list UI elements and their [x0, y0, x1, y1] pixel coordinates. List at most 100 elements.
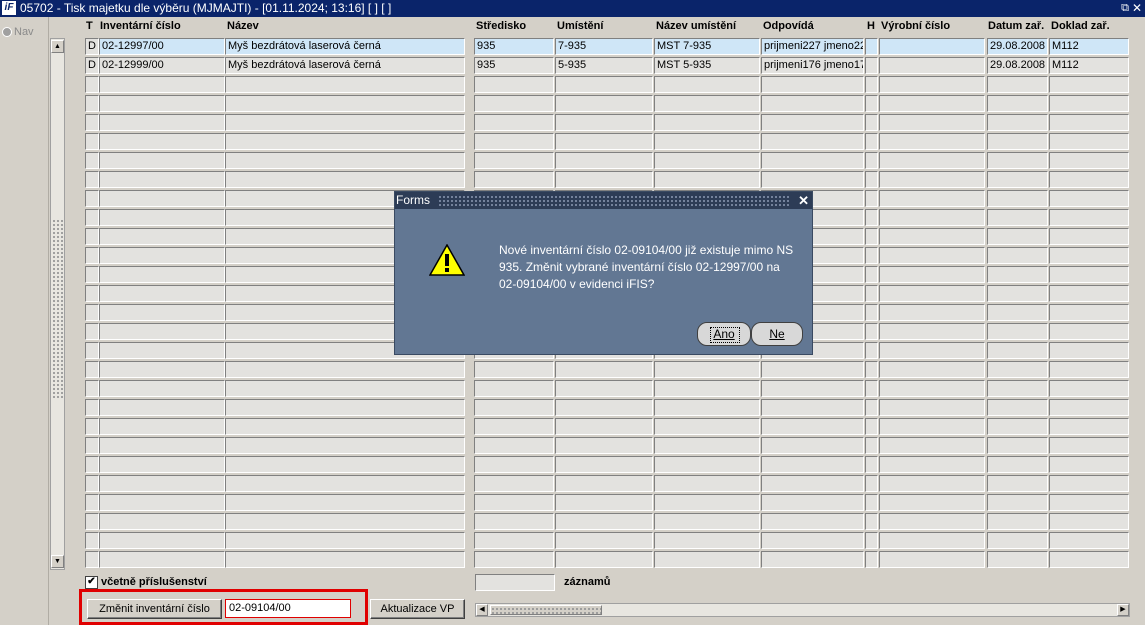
cell-date[interactable] — [987, 76, 1048, 93]
cell-name[interactable] — [225, 95, 465, 112]
cell-loc[interactable] — [555, 494, 653, 511]
cell-center[interactable] — [474, 399, 554, 416]
cell-loc[interactable] — [555, 95, 653, 112]
cell-name[interactable] — [225, 513, 465, 530]
cell-inv[interactable] — [99, 342, 225, 359]
cell-loc[interactable] — [555, 361, 653, 378]
cell-h[interactable] — [865, 247, 878, 264]
cell-inv[interactable] — [99, 76, 225, 93]
cell-serial[interactable] — [879, 152, 985, 169]
cell-center[interactable] — [474, 494, 554, 511]
cell-resp[interactable] — [761, 513, 864, 530]
cell-t[interactable] — [85, 152, 99, 169]
cell-inv[interactable] — [99, 171, 225, 188]
cell-inv[interactable] — [99, 114, 225, 131]
cell-inv[interactable] — [99, 437, 225, 454]
cell-h[interactable] — [865, 152, 878, 169]
cell-resp[interactable] — [761, 399, 864, 416]
cell-serial[interactable] — [879, 114, 985, 131]
cell-serial[interactable] — [879, 380, 985, 397]
horizontal-scrollbar[interactable]: ◀ ▶ — [475, 603, 1130, 617]
cell-center[interactable] — [474, 152, 554, 169]
cell-t[interactable] — [85, 437, 99, 454]
cell-inv[interactable] — [99, 361, 225, 378]
cell-h[interactable] — [865, 114, 878, 131]
cell-doc[interactable] — [1049, 418, 1129, 435]
cell-t[interactable] — [85, 532, 99, 549]
cell-date[interactable] — [987, 285, 1048, 302]
cell-loc[interactable] — [555, 399, 653, 416]
cell-locname[interactable] — [654, 152, 760, 169]
cell-serial[interactable] — [879, 513, 985, 530]
cell-doc[interactable] — [1049, 247, 1129, 264]
cell-doc[interactable] — [1049, 304, 1129, 321]
cell-date[interactable] — [987, 171, 1048, 188]
cell-doc[interactable] — [1049, 551, 1129, 568]
cell-name[interactable]: Myš bezdrátová laserová černá — [225, 57, 465, 74]
cell-h[interactable] — [865, 456, 878, 473]
cell-t[interactable] — [85, 342, 99, 359]
change-inventory-number-button[interactable]: Změnit inventární číslo — [87, 599, 222, 619]
cell-h[interactable] — [865, 190, 878, 207]
cell-date[interactable] — [987, 437, 1048, 454]
cell-locname[interactable] — [654, 133, 760, 150]
cell-doc[interactable] — [1049, 475, 1129, 492]
cell-date[interactable] — [987, 152, 1048, 169]
cell-locname[interactable] — [654, 114, 760, 131]
cell-serial[interactable] — [879, 532, 985, 549]
cell-name[interactable] — [225, 361, 465, 378]
cell-name[interactable] — [225, 114, 465, 131]
cell-t[interactable]: D — [85, 57, 99, 74]
cell-date[interactable]: 29.08.2008 — [987, 57, 1048, 74]
cell-loc[interactable] — [555, 114, 653, 131]
cell-serial[interactable] — [879, 323, 985, 340]
cell-resp[interactable] — [761, 437, 864, 454]
cell-h[interactable] — [865, 209, 878, 226]
cell-doc[interactable] — [1049, 209, 1129, 226]
cell-t[interactable] — [85, 494, 99, 511]
scroll-thumb[interactable] — [52, 219, 63, 399]
cell-loc[interactable]: 7-935 — [555, 38, 653, 55]
cell-locname[interactable] — [654, 399, 760, 416]
cell-locname[interactable] — [654, 532, 760, 549]
cell-loc[interactable] — [555, 171, 653, 188]
cell-doc[interactable] — [1049, 513, 1129, 530]
cell-h[interactable] — [865, 76, 878, 93]
cell-h[interactable] — [865, 513, 878, 530]
cell-date[interactable]: 29.08.2008 — [987, 38, 1048, 55]
cell-date[interactable] — [987, 323, 1048, 340]
cell-serial[interactable] — [879, 38, 985, 55]
cell-t[interactable] — [85, 361, 99, 378]
scroll-down-icon[interactable]: ▼ — [51, 555, 64, 568]
cell-doc[interactable] — [1049, 399, 1129, 416]
cell-name[interactable] — [225, 475, 465, 492]
cell-inv[interactable] — [99, 418, 225, 435]
cell-h[interactable] — [865, 228, 878, 245]
cell-serial[interactable] — [879, 57, 985, 74]
cell-h[interactable] — [865, 266, 878, 283]
cell-center[interactable] — [474, 380, 554, 397]
cell-doc[interactable] — [1049, 114, 1129, 131]
cell-h[interactable] — [865, 323, 878, 340]
cell-name[interactable] — [225, 494, 465, 511]
cell-resp[interactable] — [761, 418, 864, 435]
cell-inv[interactable] — [99, 304, 225, 321]
cell-t[interactable] — [85, 399, 99, 416]
cell-h[interactable] — [865, 342, 878, 359]
cell-doc[interactable] — [1049, 190, 1129, 207]
scroll-left-icon[interactable]: ◀ — [476, 604, 488, 616]
cell-name[interactable] — [225, 532, 465, 549]
cell-name[interactable] — [225, 152, 465, 169]
cell-t[interactable] — [85, 304, 99, 321]
cell-h[interactable] — [865, 133, 878, 150]
cell-name[interactable]: Myš bezdrátová laserová černá — [225, 38, 465, 55]
cell-t[interactable] — [85, 95, 99, 112]
cell-center[interactable] — [474, 95, 554, 112]
cell-center[interactable] — [474, 437, 554, 454]
cell-h[interactable] — [865, 304, 878, 321]
cell-resp[interactable] — [761, 95, 864, 112]
scroll-up-icon[interactable]: ▲ — [51, 40, 64, 53]
cell-h[interactable] — [865, 532, 878, 549]
cell-date[interactable] — [987, 513, 1048, 530]
cell-doc[interactable]: M112 — [1049, 57, 1129, 74]
